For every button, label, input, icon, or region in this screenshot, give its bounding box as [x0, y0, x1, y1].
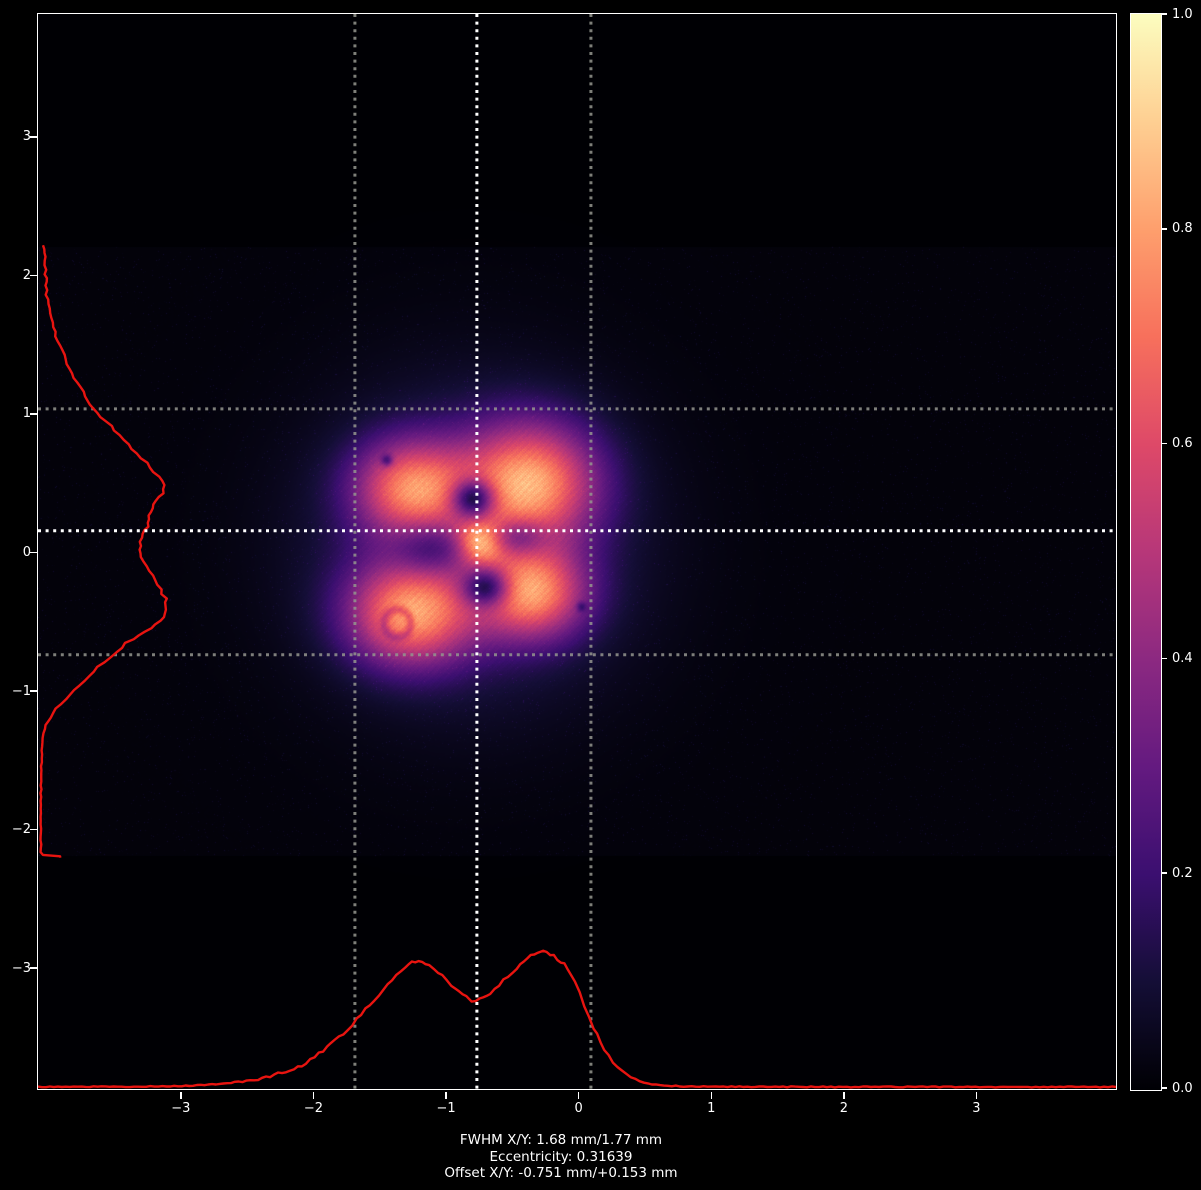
x-axis-tick-label: 3 [972, 1101, 981, 1116]
y-axis-tick-label: 0 [22, 545, 31, 560]
x-axis-tick [975, 1091, 978, 1099]
colorbar-tick [1161, 657, 1167, 660]
y-axis-tick [30, 274, 37, 277]
x-axis-tick [180, 1091, 182, 1099]
y-axis-tick-label: 2 [22, 267, 31, 283]
x-axis-tick-label: −3 [171, 1101, 191, 1116]
y-axis-tick [30, 413, 37, 415]
colorbar-tick-label: 0.0 [1172, 1080, 1193, 1096]
x-axis-tick-label: −2 [303, 1101, 324, 1116]
colorbar-tick-label: 0.2 [1172, 865, 1193, 881]
y-axis-tick-label: 3 [22, 129, 31, 145]
colorbar-tick-label: 1.0 [1172, 6, 1193, 22]
y-axis-tick-label: −3 [11, 960, 31, 976]
colorbar-tick-label: 0.4 [1172, 650, 1193, 666]
y-axis-tick [30, 967, 37, 969]
y-axis-tick [30, 828, 37, 831]
colorbar-tick [1161, 228, 1167, 230]
colorbar-tick [1161, 13, 1167, 15]
y-axis-tick [30, 551, 37, 554]
colorbar-tick [1161, 442, 1167, 445]
y-profile-curve [39, 244, 169, 858]
x-axis-tick-label: 0 [574, 1101, 583, 1116]
colorbar [1129, 12, 1162, 1091]
y-axis-tick-label: 1 [22, 406, 31, 422]
eccentricity-readout: Eccentricity: 0.31639 [489, 1148, 633, 1165]
y-axis-tick [30, 690, 37, 692]
x-profile-curve [38, 949, 1116, 1089]
measurement-readout: FWHM X/Y: 1.68 mm/1.77 mm Eccentricity: … [0, 1132, 1122, 1182]
fwhm-readout: FWHM X/Y: 1.68 mm/1.77 mm [459, 1132, 663, 1148]
x-axis-tick-label: 1 [707, 1101, 716, 1116]
x-axis-tick [710, 1091, 712, 1099]
colorbar-tick-label: 0.8 [1172, 221, 1193, 237]
x-axis-tick [445, 1091, 447, 1099]
colorbar-tick [1161, 872, 1167, 874]
plot-overlay-svg [38, 14, 1116, 1089]
colorbar-tick [1161, 1087, 1167, 1089]
colorbar-gradient [1130, 13, 1161, 1090]
y-axis-tick-label: −2 [11, 822, 31, 838]
colorbar-tick-label: 0.6 [1172, 436, 1193, 452]
x-axis-tick [843, 1091, 845, 1099]
offset-readout: Offset X/Y: -0.751 mm/+0.153 mm [444, 1165, 678, 1181]
beam-profiler-window: −3 −2 −1 0 1 2 3 3 2 1 0 −1 −2 −3 1.0 0.8 0.6 0.4 0.2 0.0 … [0, 0, 1201, 1190]
x-axis-tick [312, 1091, 315, 1099]
beam-image-plot [37, 13, 1117, 1090]
y-axis-tick-label: −1 [11, 683, 31, 699]
y-axis-tick [30, 136, 37, 138]
x-axis-tick [577, 1091, 580, 1099]
x-axis-tick-label: 2 [839, 1101, 848, 1116]
x-axis-tick-label: −1 [436, 1101, 456, 1116]
